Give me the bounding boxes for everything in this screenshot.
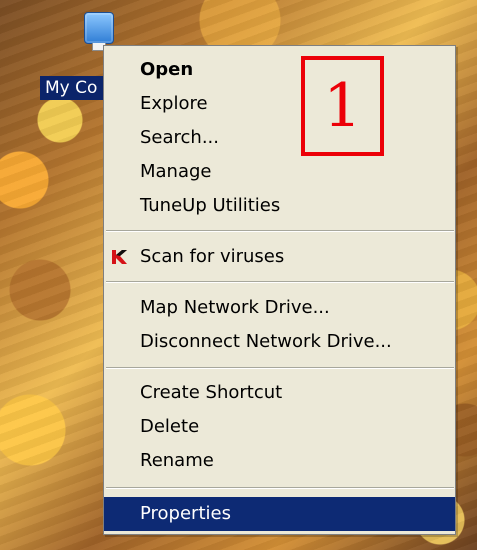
menu-item-disconnect-network-drive[interactable]: Disconnect Network Drive...: [104, 325, 455, 359]
menu-separator: [106, 281, 454, 283]
step-number: 1: [323, 71, 362, 141]
menu-item-properties[interactable]: Properties: [104, 497, 455, 531]
menu-separator: [106, 487, 454, 489]
context-menu: Open Explore Search... Manage TuneUp Uti…: [103, 45, 456, 535]
menu-item-search[interactable]: Search...: [104, 121, 455, 155]
menu-item-rename[interactable]: Rename: [104, 444, 455, 478]
menu-item-tuneup-utilities[interactable]: TuneUp Utilities: [104, 189, 455, 223]
menu-separator: [106, 230, 454, 232]
menu-item-open[interactable]: Open: [104, 53, 455, 87]
menu-separator: [106, 367, 454, 369]
computer-icon: [84, 12, 114, 44]
menu-item-delete[interactable]: Delete: [104, 410, 455, 444]
menu-item-label: Delete: [140, 416, 200, 437]
menu-item-label: Open: [140, 59, 194, 80]
menu-item-label: Map Network Drive...: [140, 297, 330, 318]
menu-item-label: Explore: [140, 93, 208, 114]
menu-item-label: Properties: [140, 503, 231, 524]
menu-item-label: Scan for viruses: [140, 246, 285, 267]
menu-item-label: Create Shortcut: [140, 382, 283, 403]
step-badge: 1: [301, 56, 384, 156]
menu-item-label: Manage: [140, 161, 212, 182]
menu-item-label: Rename: [140, 450, 214, 471]
menu-item-create-shortcut[interactable]: Create Shortcut: [104, 376, 455, 410]
menu-item-label: Search...: [140, 127, 220, 148]
menu-item-map-network-drive[interactable]: Map Network Drive...: [104, 291, 455, 325]
menu-item-explore[interactable]: Explore: [104, 87, 455, 121]
menu-item-manage[interactable]: Manage: [104, 155, 455, 189]
antivirus-k-icon: [112, 250, 127, 264]
menu-item-label: Disconnect Network Drive...: [140, 331, 392, 352]
menu-item-scan-for-viruses[interactable]: Scan for viruses: [104, 240, 455, 274]
menu-item-label: TuneUp Utilities: [140, 195, 281, 216]
